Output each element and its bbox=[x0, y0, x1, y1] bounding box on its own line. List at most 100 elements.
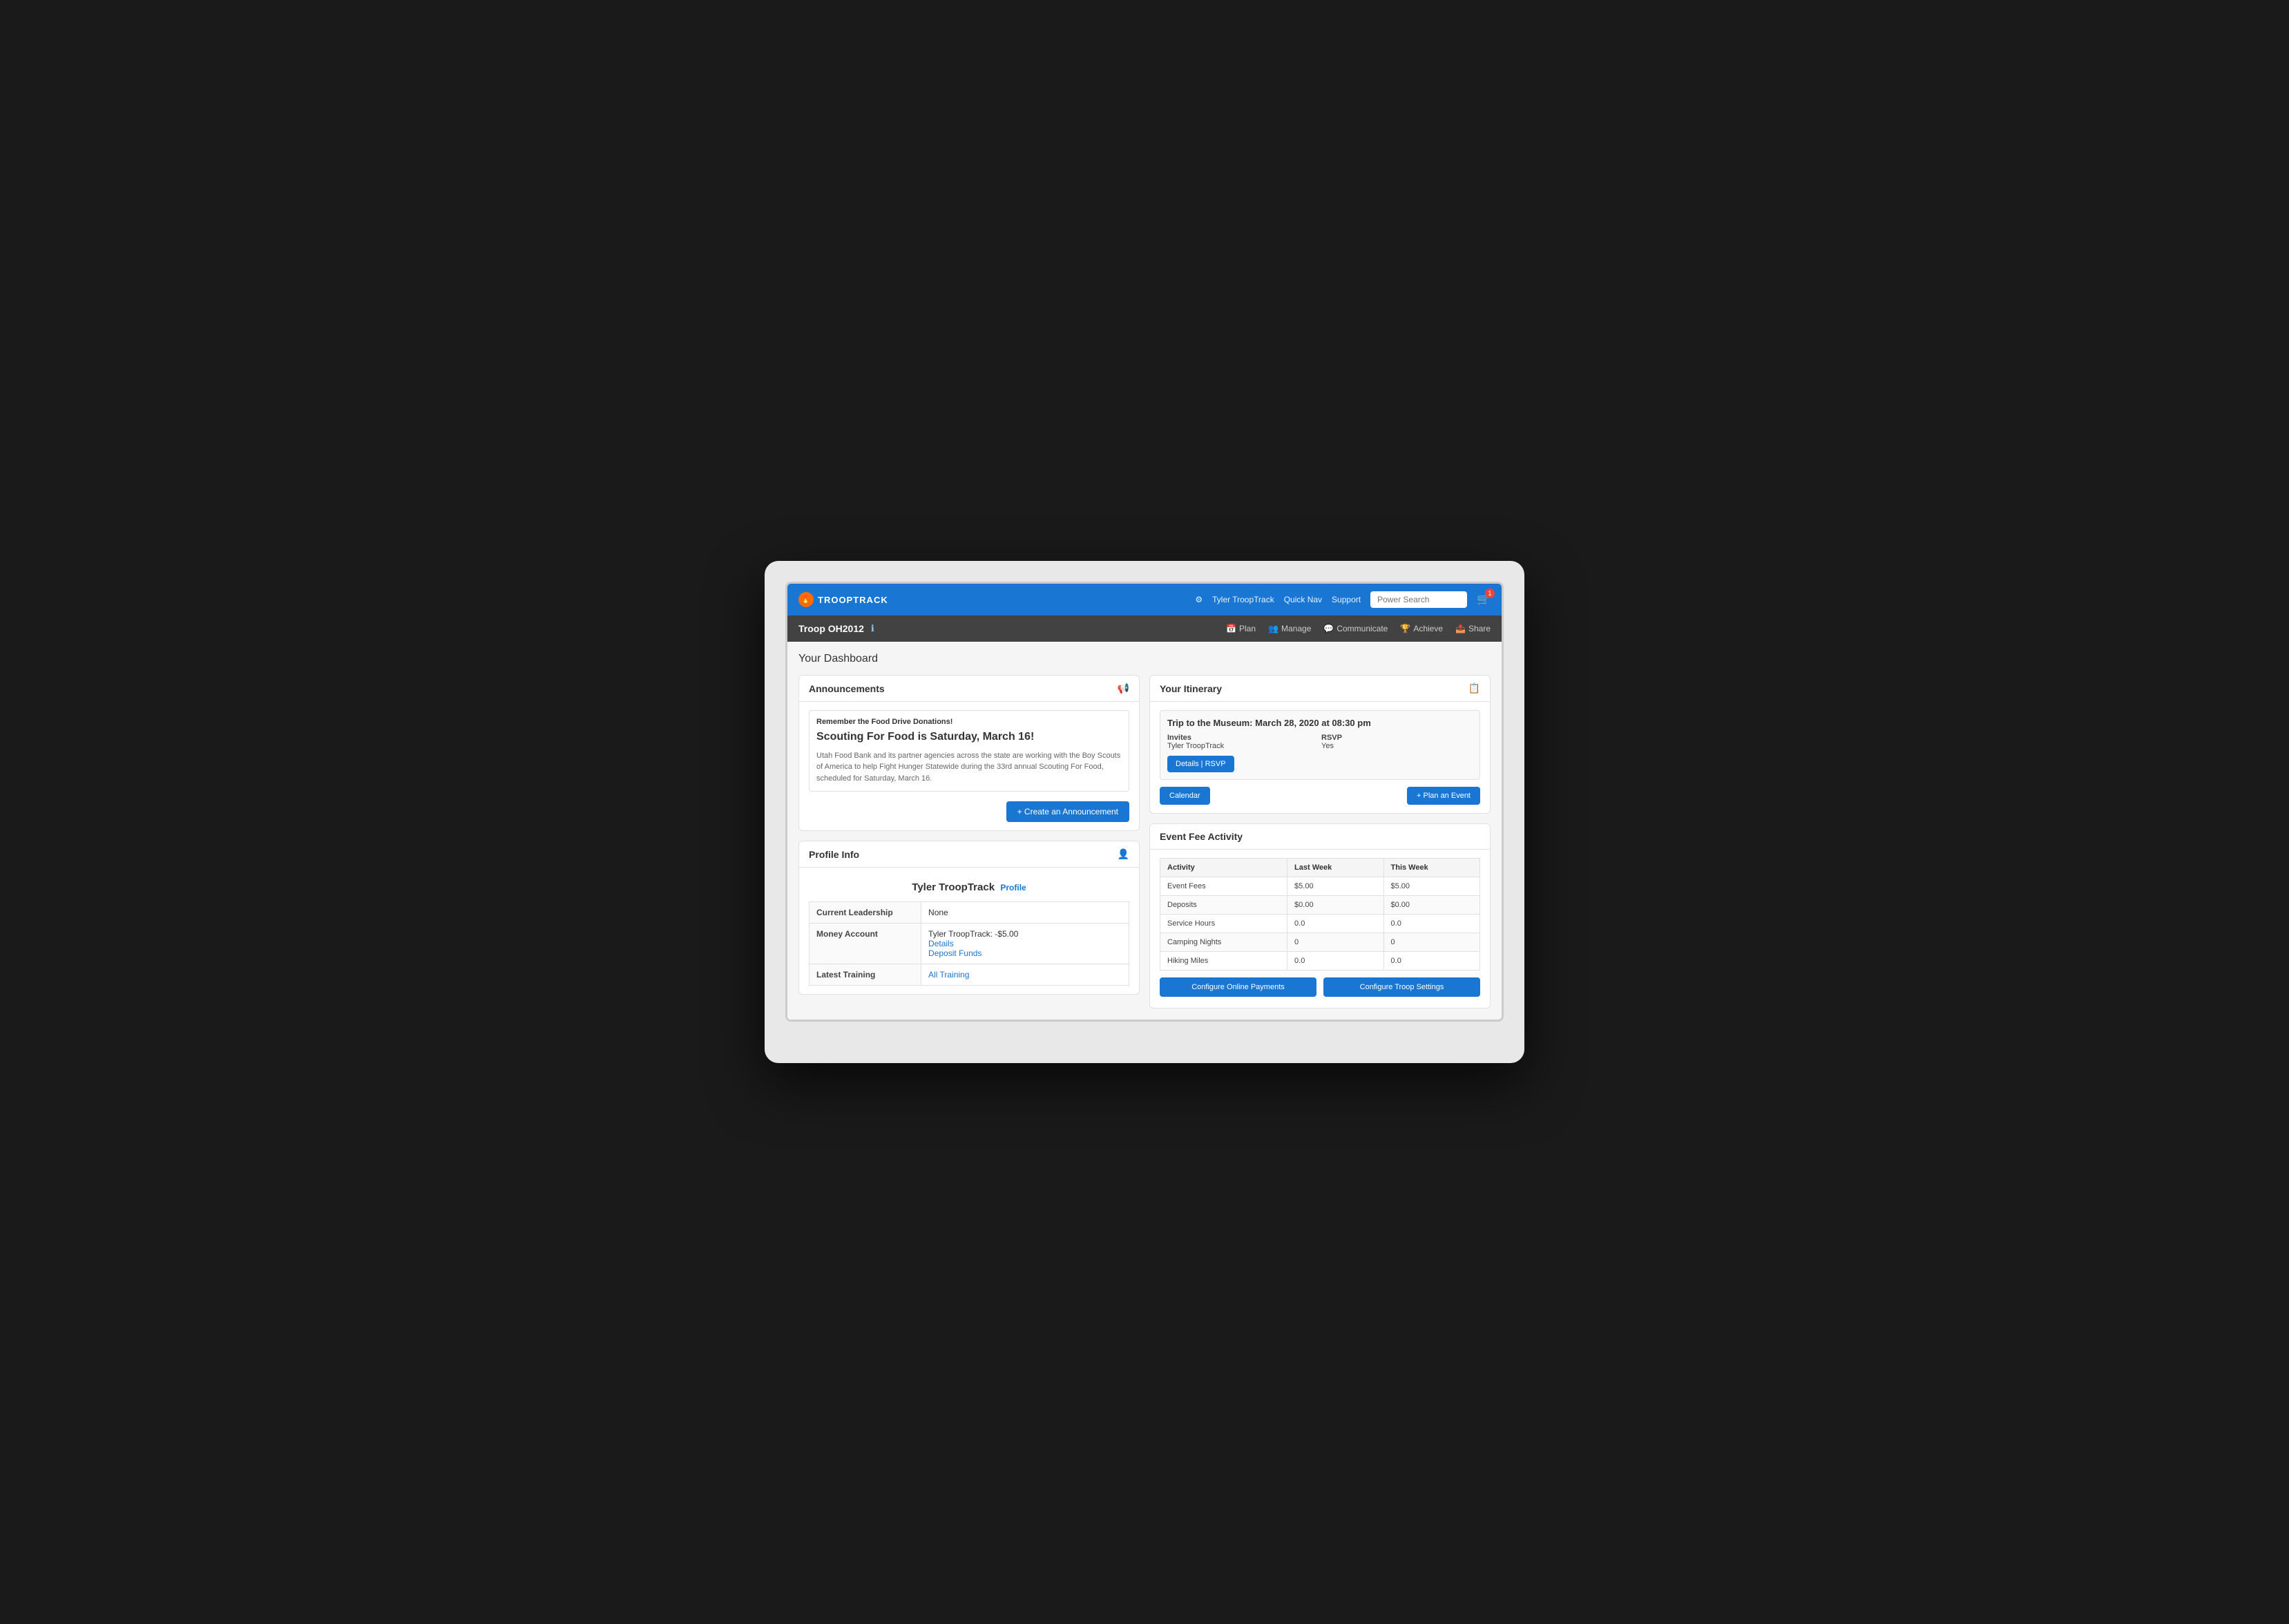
invites-value: Tyler TroopTrack bbox=[1167, 742, 1319, 750]
event-fee-header: Event Fee Activity bbox=[1150, 824, 1490, 850]
laptop-screen: 🔥 TROOPTRACK ⚙ Tyler TroopTrack Quick Na… bbox=[785, 582, 1504, 1022]
rsvp-label: RSVP bbox=[1321, 734, 1473, 742]
support-link[interactable]: Support bbox=[1332, 595, 1361, 604]
user-name-link[interactable]: Tyler TroopTrack bbox=[1212, 595, 1274, 604]
invites-label: Invites bbox=[1167, 734, 1319, 742]
nav-communicate[interactable]: 💬 Communicate bbox=[1323, 624, 1388, 633]
activity-cell: Deposits bbox=[1160, 896, 1287, 915]
laptop-wrapper: 🔥 TROOPTRACK ⚙ Tyler TroopTrack Quick Na… bbox=[765, 561, 1524, 1063]
fee-footer: Configure Online Payments Configure Troo… bbox=[1160, 971, 1480, 1000]
profile-header: Profile Info 👤 bbox=[799, 841, 1139, 868]
itinerary-footer: Calendar + Plan an Event bbox=[1160, 787, 1480, 805]
activity-cell: Camping Nights bbox=[1160, 933, 1287, 952]
profile-link[interactable]: Profile bbox=[1000, 883, 1026, 892]
deposit-link[interactable]: Deposit Funds bbox=[928, 948, 981, 958]
activity-cell: Hiking Miles bbox=[1160, 952, 1287, 971]
itinerary-header: Your Itinerary 📋 bbox=[1150, 676, 1490, 702]
invites-section: Invites Tyler TroopTrack bbox=[1167, 734, 1319, 750]
settings-icon[interactable]: ⚙ bbox=[1195, 595, 1203, 604]
top-nav-links: ⚙ Tyler TroopTrack Quick Nav Support 🛒 1 bbox=[1195, 591, 1491, 608]
this-week-cell: 0 bbox=[1383, 933, 1479, 952]
leadership-value: None bbox=[921, 902, 1129, 924]
announcement-label: Remember the Food Drive Donations! bbox=[816, 718, 1122, 726]
plan-event-button[interactable]: + Plan an Event bbox=[1407, 787, 1480, 805]
left-column: Announcements 📢 Remember the Food Drive … bbox=[798, 675, 1140, 1009]
profile-name: Tyler TroopTrack Profile bbox=[809, 876, 1129, 899]
configure-settings-button[interactable]: Configure Troop Settings bbox=[1323, 977, 1480, 997]
nav-manage[interactable]: 👥 Manage bbox=[1268, 624, 1311, 633]
configure-payments-button[interactable]: Configure Online Payments bbox=[1160, 977, 1316, 997]
announcement-box: Remember the Food Drive Donations! Scout… bbox=[809, 710, 1129, 792]
table-row: Money Account Tyler TroopTrack: -$5.00 D… bbox=[810, 924, 1129, 964]
nav-share[interactable]: 📤 Share bbox=[1455, 624, 1491, 633]
this-week-cell: $0.00 bbox=[1383, 896, 1479, 915]
announcement-footer: + Create an Announcement bbox=[809, 799, 1129, 822]
secondary-nav: Troop OH2012 ℹ 📅 Plan 👥 Manage 💬 Communi… bbox=[787, 615, 1502, 642]
activity-cell: Event Fees bbox=[1160, 877, 1287, 896]
table-row: Deposits $0.00 $0.00 bbox=[1160, 896, 1480, 915]
this-week-cell: 0.0 bbox=[1383, 915, 1479, 933]
money-label: Money Account bbox=[810, 924, 921, 964]
table-row: Camping Nights 0 0 bbox=[1160, 933, 1480, 952]
profile-title: Profile Info bbox=[809, 849, 859, 860]
money-value: Tyler TroopTrack: -$5.00 Details Deposit… bbox=[921, 924, 1129, 964]
profile-icon: 👤 bbox=[1118, 848, 1129, 860]
rsvp-section: RSVP Yes bbox=[1321, 734, 1473, 750]
main-content: Your Dashboard Announcements 📢 Remember … bbox=[787, 642, 1502, 1020]
copy-icon: 📋 bbox=[1468, 682, 1480, 694]
announcements-body: Remember the Food Drive Donations! Scout… bbox=[799, 702, 1139, 830]
details-rsvp-button[interactable]: Details | RSVP bbox=[1167, 756, 1234, 772]
announcement-body: Utah Food Bank and its partner agencies … bbox=[816, 750, 1122, 785]
this-week-cell: $5.00 bbox=[1383, 877, 1479, 896]
last-week-cell: $5.00 bbox=[1287, 877, 1383, 896]
details-link[interactable]: Details bbox=[928, 939, 954, 948]
table-row: Latest Training All Training bbox=[810, 964, 1129, 986]
brand-icon: 🔥 bbox=[798, 592, 814, 607]
search-input[interactable] bbox=[1370, 591, 1467, 608]
brand-name: TROOPTRACK bbox=[818, 595, 888, 605]
all-training-link[interactable]: All Training bbox=[928, 970, 969, 980]
itinerary-title: Your Itinerary bbox=[1160, 683, 1222, 694]
announcements-card: Announcements 📢 Remember the Food Drive … bbox=[798, 675, 1140, 831]
event-details-grid: Invites Tyler TroopTrack RSVP Yes bbox=[1167, 734, 1473, 750]
profile-info-card: Profile Info 👤 Tyler TroopTrack Profile … bbox=[798, 841, 1140, 995]
last-week-cell: 0 bbox=[1287, 933, 1383, 952]
fee-table-header-row: Activity Last Week This Week bbox=[1160, 859, 1480, 877]
quick-nav-link[interactable]: Quick Nav bbox=[1284, 595, 1322, 604]
leadership-label: Current Leadership bbox=[810, 902, 921, 924]
itinerary-event: Trip to the Museum: March 28, 2020 at 08… bbox=[1160, 710, 1480, 780]
right-column: Your Itinerary 📋 Trip to the Museum: Mar… bbox=[1149, 675, 1491, 1009]
training-value: All Training bbox=[921, 964, 1129, 986]
cart-badge: 1 bbox=[1485, 589, 1495, 598]
nav-plan[interactable]: 📅 Plan bbox=[1226, 624, 1256, 633]
page-title: Your Dashboard bbox=[798, 653, 1491, 665]
last-week-cell: 0.0 bbox=[1287, 915, 1383, 933]
table-row: Hiking Miles 0.0 0.0 bbox=[1160, 952, 1480, 971]
training-label: Latest Training bbox=[810, 964, 921, 986]
itinerary-body: Trip to the Museum: March 28, 2020 at 08… bbox=[1150, 702, 1490, 813]
profile-body: Tyler TroopTrack Profile Current Leaders… bbox=[799, 868, 1139, 994]
brand-logo[interactable]: 🔥 TROOPTRACK bbox=[798, 592, 888, 607]
this-week-cell: 0.0 bbox=[1383, 952, 1479, 971]
create-announcement-button[interactable]: + Create an Announcement bbox=[1006, 801, 1129, 822]
cart-icon[interactable]: 🛒 1 bbox=[1477, 593, 1491, 606]
troop-name: Troop OH2012 bbox=[798, 623, 864, 634]
last-week-cell: 0.0 bbox=[1287, 952, 1383, 971]
announcements-title: Announcements bbox=[809, 683, 885, 694]
nav-achieve[interactable]: 🏆 Achieve bbox=[1400, 624, 1443, 633]
secondary-nav-links: 📅 Plan 👥 Manage 💬 Communicate 🏆 Achieve … bbox=[1226, 624, 1491, 633]
info-icon[interactable]: ℹ bbox=[871, 623, 874, 634]
col-this-week: This Week bbox=[1383, 859, 1479, 877]
event-fee-card: Event Fee Activity Activity Last Week Th… bbox=[1149, 823, 1491, 1009]
fee-table: Activity Last Week This Week Event Fees … bbox=[1160, 858, 1480, 971]
table-row: Service Hours 0.0 0.0 bbox=[1160, 915, 1480, 933]
profile-table: Current Leadership None Money Account Ty… bbox=[809, 901, 1129, 986]
calendar-button[interactable]: Calendar bbox=[1160, 787, 1210, 805]
col-last-week: Last Week bbox=[1287, 859, 1383, 877]
top-nav: 🔥 TROOPTRACK ⚙ Tyler TroopTrack Quick Na… bbox=[787, 584, 1502, 615]
event-fee-title: Event Fee Activity bbox=[1160, 831, 1243, 842]
col-activity: Activity bbox=[1160, 859, 1287, 877]
last-week-cell: $0.00 bbox=[1287, 896, 1383, 915]
table-row: Current Leadership None bbox=[810, 902, 1129, 924]
megaphone-icon: 📢 bbox=[1118, 682, 1129, 694]
